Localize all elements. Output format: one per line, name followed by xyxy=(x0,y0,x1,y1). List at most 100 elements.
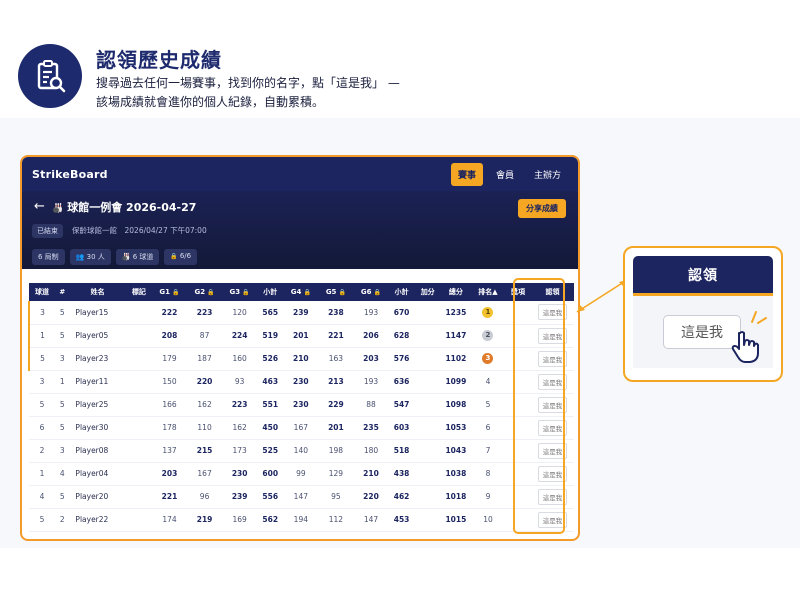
cell-award xyxy=(504,462,532,486)
cell-lane: 4 xyxy=(29,485,56,509)
cell-g5: 198 xyxy=(318,439,354,463)
claim-button[interactable]: 這是我 xyxy=(537,304,568,321)
top-nav: StrikeBoard 賽事 會員 主辦方 xyxy=(22,157,578,191)
brand-logo[interactable]: StrikeBoard xyxy=(32,168,108,181)
table-row: 5 2 Player22 174 219 169 562 194 112 147 453 1015 10… xyxy=(29,508,574,532)
cell-subtotal1: 565 xyxy=(257,301,284,325)
lock-icon: 🔒 xyxy=(371,289,382,296)
cell-lane: 6 xyxy=(29,416,56,440)
back-arrow-icon[interactable]: ← xyxy=(34,199,45,214)
cell-g4: 230 xyxy=(283,393,319,417)
cell-mark xyxy=(125,416,152,440)
cell-g4: 147 xyxy=(283,485,319,509)
table-row: 4 5 Player20 221 96 239 556 147 95 220 462 1018 9 這是我 xyxy=(29,485,574,509)
cell-total: 1053 xyxy=(440,416,472,440)
cell-g6: 220 xyxy=(353,485,389,509)
claim-button[interactable]: 這是我 xyxy=(537,488,568,505)
cell-subtotal1: 450 xyxy=(257,416,284,440)
cell-g2: 219 xyxy=(187,508,223,532)
cell-rank: 10 xyxy=(471,508,505,532)
col-header-name: 姓名 xyxy=(90,288,105,296)
pointer-hand-icon xyxy=(731,331,759,363)
cell-claim: 這是我 xyxy=(531,416,574,440)
cell-g4: 194 xyxy=(283,508,319,532)
cell-g1: 150 xyxy=(151,370,188,394)
lock-icon: 🔒 xyxy=(240,289,250,296)
claim-button[interactable]: 這是我 xyxy=(537,350,568,367)
cell-player-name: Player25 xyxy=(69,393,126,417)
col-header-g4: G4 🔒 xyxy=(290,288,311,296)
cell-g1: 208 xyxy=(151,324,188,348)
chip-games: 6 局制 xyxy=(32,249,65,265)
cell-g2: 220 xyxy=(187,370,223,394)
cell-g5: 213 xyxy=(318,370,354,394)
cell-g2: 96 xyxy=(187,485,223,509)
cell-g6: 206 xyxy=(353,324,389,348)
cell-subtotal2: 603 xyxy=(388,416,415,440)
chip-players: 👥 30 人 xyxy=(69,249,111,265)
cell-subtotal1: 551 xyxy=(257,393,284,417)
cell-player-name: Player05 xyxy=(69,324,126,348)
cell-rank: 9 xyxy=(471,485,505,509)
cell-total: 1015 xyxy=(440,508,472,532)
claim-button[interactable]: 這是我 xyxy=(537,373,568,390)
chip-progress: 🔒 6/6 xyxy=(164,249,198,265)
cell-total: 1018 xyxy=(440,485,472,509)
this-is-me-button[interactable]: 這是我 xyxy=(663,315,741,349)
cell-subtotal2: 636 xyxy=(388,370,415,394)
cell-subtotal2: 628 xyxy=(388,324,415,348)
chip-lanes: 🎳 6 球道 xyxy=(115,249,160,265)
cell-g4: 140 xyxy=(283,439,319,463)
claim-button[interactable]: 這是我 xyxy=(537,327,568,344)
cell-g2: 87 xyxy=(187,324,223,348)
cell-number: 5 xyxy=(55,324,70,348)
col-header-g1: G1 🔒 xyxy=(159,288,180,296)
col-header-lane: 球道 xyxy=(35,288,50,296)
cell-g4: 239 xyxy=(283,301,319,325)
rank-medal-icon: 2 xyxy=(482,330,494,341)
col-header-rank[interactable]: 排名▲ xyxy=(471,283,505,301)
cell-g2: 162 xyxy=(187,393,223,417)
claim-button[interactable]: 這是我 xyxy=(537,419,568,436)
nav-item-events[interactable]: 賽事 xyxy=(450,162,483,186)
cell-claim: 這是我 xyxy=(531,347,574,371)
col-header-total: 總分 xyxy=(448,288,463,296)
cell-number: 3 xyxy=(55,439,70,463)
claim-button[interactable]: 這是我 xyxy=(537,465,568,482)
cell-claim: 這是我 xyxy=(531,439,574,463)
desc-line-1: 搜尋過去任何一場賽事，找到你的名字，點「這是我」 — xyxy=(96,76,400,90)
cell-subtotal1: 526 xyxy=(257,347,284,371)
cell-claim: 這是我 xyxy=(531,508,574,532)
cell-lane: 1 xyxy=(29,462,56,486)
cell-subtotal2: 576 xyxy=(388,347,415,371)
col-header-claim: 認領 xyxy=(545,288,560,296)
claim-button[interactable]: 這是我 xyxy=(537,442,568,459)
cell-total: 1043 xyxy=(440,439,472,463)
cell-lane: 5 xyxy=(29,393,56,417)
claim-button[interactable]: 這是我 xyxy=(537,511,568,528)
chip-progress-text: 6/6 xyxy=(179,252,192,260)
cell-player-name: Player04 xyxy=(69,462,126,486)
nav-item-organizers[interactable]: 主辦方 xyxy=(527,163,568,186)
cell-g4: 201 xyxy=(283,324,319,348)
cell-claim: 這是我 xyxy=(531,324,574,348)
cell-bonus xyxy=(414,485,441,509)
cell-g3: 93 xyxy=(222,370,258,394)
callout-body: 這是我 xyxy=(633,296,773,368)
cell-total: 1038 xyxy=(440,462,472,486)
claim-button[interactable]: 這是我 xyxy=(537,396,568,413)
cell-bonus xyxy=(414,416,441,440)
cell-mark xyxy=(125,301,152,325)
cell-subtotal2: 670 xyxy=(388,301,415,325)
page-description: 搜尋過去任何一場賽事，找到你的名字，點「這是我」 — 該場成績就會進你的個人紀錄… xyxy=(96,74,456,112)
cell-lane: 3 xyxy=(29,370,56,394)
cell-total: 1235 xyxy=(440,301,472,325)
share-results-button[interactable]: 分享成績 xyxy=(518,199,566,218)
cell-subtotal1: 463 xyxy=(257,370,284,394)
cell-award xyxy=(504,416,532,440)
col-header-subtotal2: 小計 xyxy=(394,288,409,296)
col-header-g3: G3 🔒 xyxy=(229,288,250,296)
nav-item-members[interactable]: 會員 xyxy=(489,163,521,186)
event-title-text: 球館一例會 2026-04-27 xyxy=(67,201,197,214)
cell-g4: 230 xyxy=(283,370,319,394)
